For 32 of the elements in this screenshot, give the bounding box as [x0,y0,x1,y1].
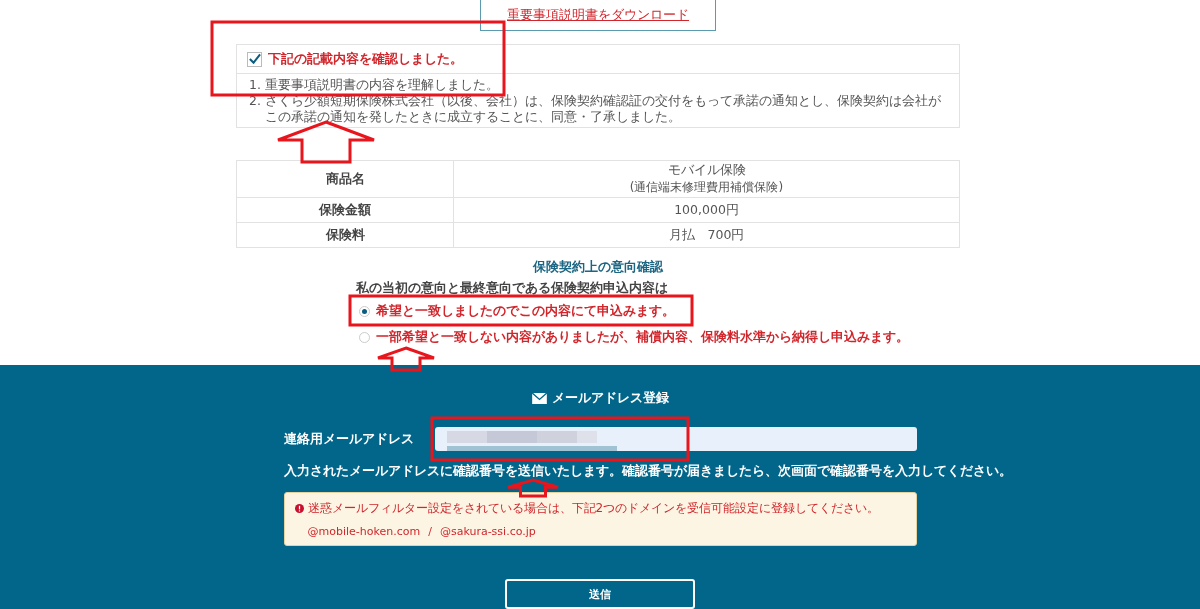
radio-label: 希望と一致しましたのでこの内容にて申込みます。 [376,302,675,320]
arrow-annotation [506,478,560,498]
radio-label: 一部希望と一致しない内容がありましたが、補償内容、保険料水準から納得し申込みます。 [376,328,909,346]
checkbox-label: 下記の記載内容を確認しました。 [268,50,463,68]
email-field[interactable] [434,427,917,451]
info-text: 入力されたメールアドレスに確認番号を送信いたします。確認番号が届きましたら、次画面で確認番号を入力してください。 [283,463,1012,480]
checkbox[interactable] [247,51,262,67]
arrow-annotation [376,346,436,372]
table-header-cell: 保険金額 [237,198,454,222]
table-header-cell: 商品名 [237,161,454,197]
table-cell: モバイル保険 [667,162,746,179]
domain-text: / [428,525,432,538]
table-header-cell: 保険料 [237,223,454,247]
table-cell: 月払 700円 [668,226,745,244]
warning-text: 迷惑メールフィルター設定をされている場合は、下記2つのドメインを受信可能設定に登録してください。 [307,500,880,517]
domain-text: @sakura-ssi.co.jp [439,525,536,538]
field-label: 連絡用メールアドレス [283,430,415,448]
table-cell: 100,000円 [674,201,739,219]
submit-button[interactable]: 送信 [505,579,695,609]
table-cell-note: (通信端末修理費用補償保険) [629,179,784,196]
radio-button[interactable] [359,305,370,317]
confirmation-item: 重要事項説明書の内容を理解しました。 [264,77,499,93]
download-link[interactable]: 重要事項説明書をダウンロード [507,6,689,24]
radio-button[interactable] [359,331,370,343]
question-text: 私の当初の意向と最終意向である保険契約申込内容は [356,280,669,297]
section-title: メールアドレス登録 [551,389,669,407]
alert-icon [294,504,304,513]
mail-icon [531,392,547,404]
domain-text: @mobile-hoken.com [307,525,421,538]
item-number: 1. [249,77,261,93]
section-title: 保険契約上の意向確認 [531,258,664,276]
item-number: 2. [249,93,261,110]
